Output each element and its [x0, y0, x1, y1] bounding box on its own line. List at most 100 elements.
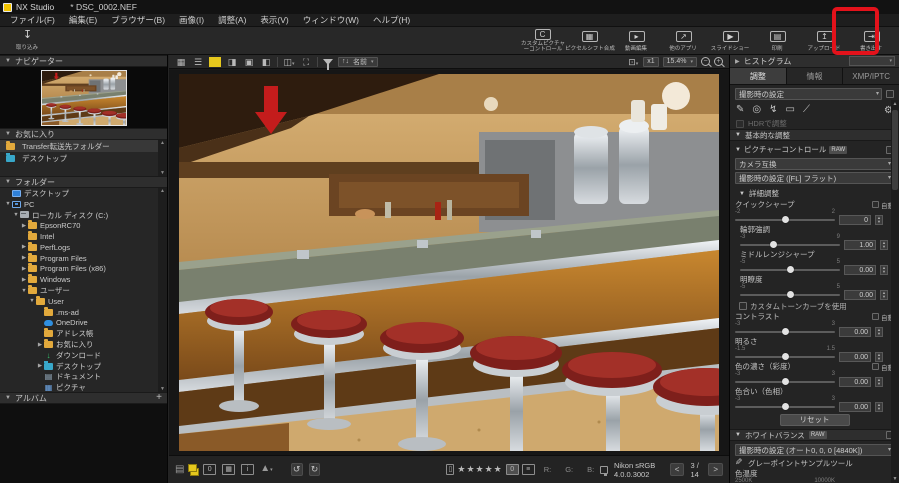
slider-track[interactable] [735, 356, 835, 358]
menu-item[interactable]: ファイル(F) [4, 13, 61, 27]
compare-view-icon[interactable]: ◫▾ [283, 57, 295, 67]
stepper-icon[interactable]: ▲▼ [875, 402, 883, 412]
slider-track[interactable] [740, 244, 840, 246]
pin-marker-icon[interactable]: ▯ [446, 464, 454, 475]
show-edited-version-icon[interactable] [190, 464, 197, 475]
reset-button[interactable]: リセット [780, 414, 850, 426]
favorites-scrollbar[interactable]: ▲▼ [158, 140, 167, 176]
toolbar-print-button[interactable]: ▤印刷 [754, 28, 801, 55]
tree-item[interactable]: .ms-ad [0, 307, 167, 318]
slider-track[interactable] [740, 269, 840, 271]
slider-thumb[interactable] [782, 403, 789, 410]
label-overlay-icon[interactable]: 0 [203, 464, 216, 475]
tree-item[interactable]: ▦ピクチャ [0, 382, 167, 392]
tree-item[interactable]: ▶お気に入り [0, 339, 167, 350]
scroll-up-icon[interactable]: ▲ [891, 101, 899, 107]
tree-item[interactable]: ▶Windows [0, 274, 167, 285]
tree-item[interactable]: OneDrive [0, 318, 167, 329]
slider-value-input[interactable]: 0.00 [844, 265, 876, 275]
histogram-overlay-icon[interactable]: ▲▾ [260, 463, 272, 476]
tree-item[interactable]: ▼ユーザー [0, 285, 167, 296]
label-filter-icon[interactable]: 0 [506, 464, 519, 475]
previous-image-button[interactable]: < [670, 463, 685, 476]
slider-track[interactable] [735, 406, 835, 408]
toolbar-upload-button[interactable]: ↥アップロード [801, 28, 848, 55]
slider-thumb[interactable] [782, 378, 789, 385]
menu-item[interactable]: ブラウザー(B) [105, 13, 171, 27]
straighten-icon[interactable]: ⟋ [803, 104, 810, 116]
redo-button[interactable]: ↻ [309, 463, 321, 476]
slider-thumb[interactable] [787, 266, 794, 273]
tree-item[interactable]: ▼User [0, 296, 167, 307]
histogram-channel-select[interactable]: ▾ [849, 56, 895, 66]
slider-track[interactable] [740, 294, 840, 296]
toolbar-pixel-shift-button[interactable]: ▦ピクセルシフト合成 [566, 28, 613, 55]
tree-item[interactable]: ▶デスクトップ [0, 361, 167, 372]
picture-control-select[interactable]: 撮影時の設定 ([FL] フラット) [735, 172, 894, 184]
menu-item[interactable]: ウィンドウ(W) [297, 13, 365, 27]
single-image-overlay-icon[interactable]: ▤ [175, 464, 184, 476]
slider-value-input[interactable]: 0.00 [839, 402, 871, 412]
histogram-header[interactable]: ▶ ヒストグラム ▾ [730, 55, 899, 68]
tree-item[interactable]: デスクトップ [0, 188, 167, 199]
stepper-icon[interactable]: ▲▼ [880, 290, 888, 300]
favorites-item[interactable]: デスクトップ [0, 152, 167, 164]
image-view-icon[interactable]: ▮ [209, 57, 221, 67]
import-button[interactable]: ↧ 取り込み [4, 27, 51, 54]
tree-item[interactable]: ↓ダウンロード [0, 350, 167, 361]
menu-item[interactable]: ヘルプ(H) [367, 13, 416, 27]
picture-control-header[interactable]: ▼ ピクチャーコントロール RAW [730, 141, 899, 157]
tab-調整[interactable]: 調整 [730, 68, 787, 84]
menu-item[interactable]: 画像(I) [173, 13, 210, 27]
image-info-view-icon[interactable]: ◧ [260, 57, 272, 67]
thumbnail-grid-view-icon[interactable]: ▦ [175, 57, 187, 67]
undo-button[interactable]: ↺ [291, 463, 303, 476]
tree-item[interactable]: ▶Program Files [0, 253, 167, 264]
stepper-icon[interactable]: ▲▼ [880, 265, 888, 275]
info-overlay-icon[interactable]: i [241, 464, 254, 475]
photo-diner-interior[interactable] [179, 74, 719, 451]
sort-select[interactable]: ↑↓ 名前 ▾ [338, 57, 378, 67]
slider-track[interactable] [735, 219, 835, 221]
white-balance-select[interactable]: 撮影時の設定 (オート0, 0, 0 [4840K]) [735, 444, 894, 456]
detail-adjust-header[interactable]: ▼ 詳細調整 [730, 185, 899, 200]
fit-to-screen-icon[interactable]: ⊡▾ [627, 57, 639, 67]
slider-value-input[interactable]: 0.00 [839, 377, 871, 387]
folders-header[interactable]: ▼ フォルダー [0, 176, 167, 188]
favorites-item[interactable]: Transfer転送先フォルダー [0, 140, 167, 152]
zoom-in-icon[interactable]: + [714, 57, 723, 66]
tree-expand-icon[interactable]: ▼ [4, 201, 12, 207]
toolbar-other-app-button[interactable]: ↗他のアプリ [660, 28, 707, 55]
tree-item[interactable]: ▶Program Files (x86) [0, 264, 167, 275]
xmp-badge-icon[interactable]: ≡ [522, 464, 535, 475]
slider-thumb[interactable] [782, 328, 789, 335]
thumbnail-list-view-icon[interactable]: ☰ [192, 57, 204, 67]
scroll-down-icon[interactable]: ▼ [891, 476, 899, 482]
preset-checkbox[interactable] [886, 90, 894, 98]
tree-expand-icon[interactable]: ▼ [20, 288, 28, 294]
adjustment-preset-select[interactable]: 撮影時の設定 [735, 88, 882, 100]
favorites-header[interactable]: ▼ お気に入り [0, 128, 167, 140]
stepper-icon[interactable]: ▲▼ [875, 352, 883, 362]
tree-expand-icon[interactable]: ▶ [20, 255, 28, 261]
stepper-icon[interactable]: ▲▼ [880, 240, 888, 250]
tab-XMP/IPTC[interactable]: XMP/IPTC [843, 68, 899, 84]
tree-item[interactable]: ▤ドキュメント [0, 372, 167, 383]
tree-item[interactable]: アドレス帳 [0, 328, 167, 339]
auto-retouch-brush-icon[interactable]: ✎ [736, 104, 744, 116]
star-rating[interactable]: ★★★★★ [457, 464, 502, 475]
navigator-header[interactable]: ▼ ナビゲーター [0, 55, 167, 67]
slider-thumb[interactable] [770, 241, 777, 248]
tab-情報[interactable]: 情報 [787, 68, 844, 84]
tree-expand-icon[interactable]: ▶ [36, 342, 44, 348]
right-panel-scrollbar[interactable]: ▲ ▼ [891, 100, 899, 483]
stepper-icon[interactable]: ▲▼ [875, 377, 883, 387]
tree-expand-icon[interactable]: ▶ [20, 277, 28, 283]
navigator-thumbnail[interactable] [41, 70, 127, 126]
filter-icon[interactable] [323, 59, 333, 65]
menu-item[interactable]: 調整(A) [212, 13, 252, 27]
slider-value-input[interactable]: 0.00 [839, 352, 871, 362]
multi-view-icon[interactable]: ▣ [243, 57, 255, 67]
tree-item[interactable]: ▶EpsonRC70 [0, 220, 167, 231]
next-image-button[interactable]: > [708, 463, 723, 476]
